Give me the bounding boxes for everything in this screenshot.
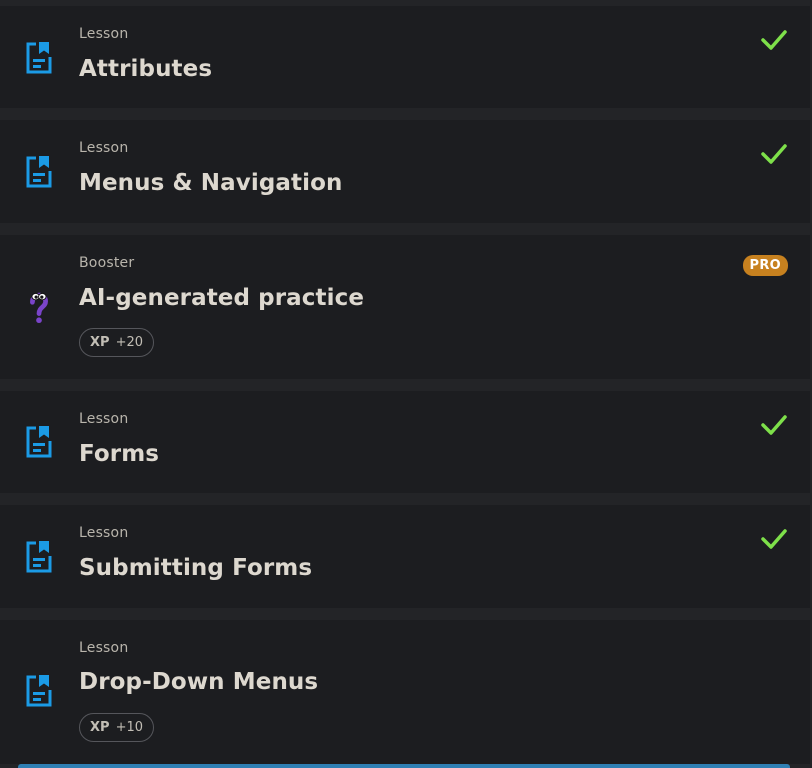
item-type-label: Lesson: [79, 26, 129, 42]
item-title: Drop-Down Menus: [79, 669, 319, 695]
lesson-document-icon: [26, 426, 52, 458]
item-type-label: Booster: [79, 255, 135, 271]
checkmark-icon: [761, 415, 787, 435]
booster-card-ai-practice[interactable]: Booster AI-generated practice PRO XP +20: [0, 235, 810, 379]
xp-value: +20: [115, 335, 143, 350]
xp-chip: XP +10: [79, 713, 154, 742]
lesson-list: Lesson Attributes Lesson Menus & Navigat…: [0, 0, 812, 768]
item-type-label: Lesson: [79, 640, 129, 656]
item-title: Menus & Navigation: [79, 170, 343, 196]
item-title: Forms: [79, 441, 160, 467]
checkmark-icon: [761, 30, 787, 50]
lesson-card-drop-down-menus[interactable]: Lesson Drop-Down Menus XP +10: [0, 620, 810, 764]
lesson-card-attributes[interactable]: Lesson Attributes: [0, 6, 810, 108]
lesson-document-icon: [26, 541, 52, 573]
xp-label: XP: [90, 335, 110, 350]
item-title: Attributes: [79, 56, 213, 82]
booster-question-icon: [30, 292, 48, 324]
lesson-card-forms[interactable]: Lesson Forms: [0, 391, 810, 493]
item-type-label: Lesson: [79, 525, 129, 541]
xp-chip: XP +20: [79, 328, 154, 357]
xp-value: +10: [115, 720, 143, 735]
xp-label: XP: [90, 720, 110, 735]
item-title: Submitting Forms: [79, 555, 313, 581]
item-type-label: Lesson: [79, 411, 129, 427]
checkmark-icon: [761, 144, 787, 164]
lesson-document-icon: [26, 42, 52, 74]
lesson-document-icon: [26, 156, 52, 188]
lesson-card-submitting-forms[interactable]: Lesson Submitting Forms: [0, 505, 810, 608]
lesson-document-icon: [26, 675, 52, 707]
lesson-card-menus-navigation[interactable]: Lesson Menus & Navigation: [0, 120, 810, 223]
item-type-label: Lesson: [79, 140, 129, 156]
next-card-edge: [18, 764, 790, 768]
checkmark-icon: [761, 529, 787, 549]
pro-badge: PRO: [742, 255, 788, 276]
item-title: AI-generated practice: [79, 285, 365, 311]
